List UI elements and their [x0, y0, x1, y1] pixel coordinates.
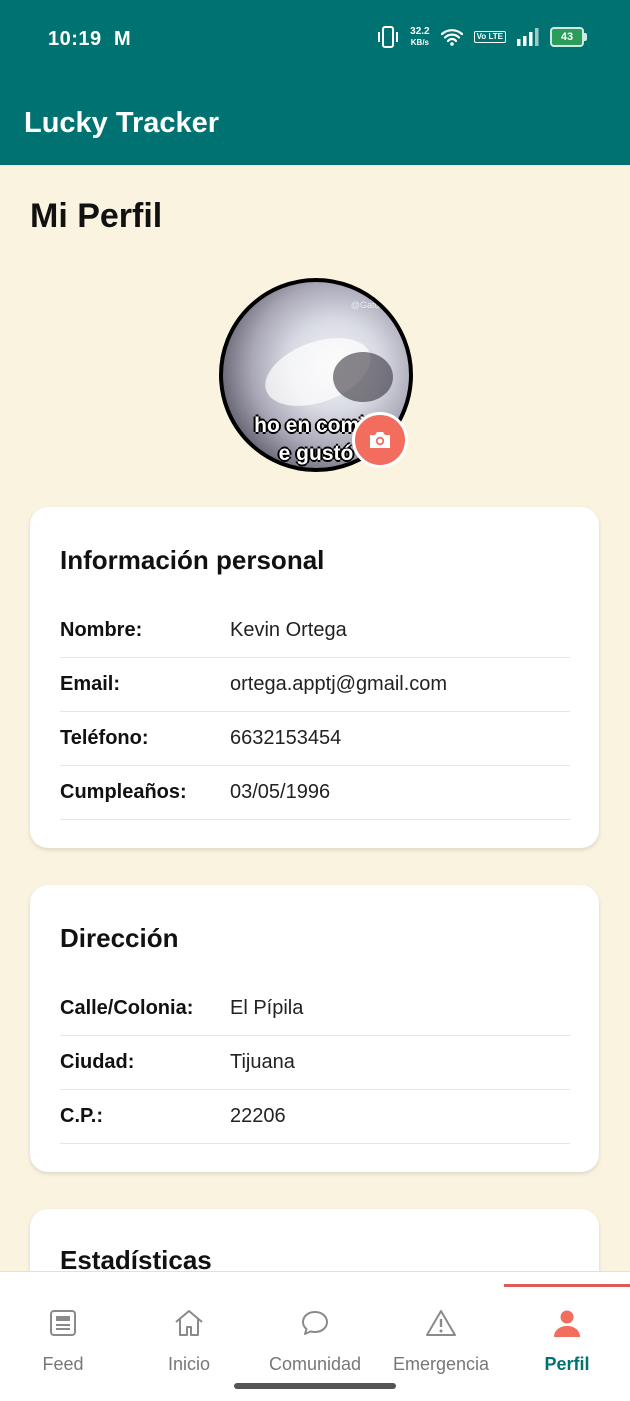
nav-item-emergencia[interactable]: Emergencia: [378, 1306, 504, 1375]
address-value: El Pípila: [230, 996, 304, 1019]
avatar-watermark: @GatosPa: [350, 300, 395, 310]
nav-label: Comunidad: [268, 1354, 362, 1374]
nav-label: Perfil: [544, 1354, 590, 1374]
avatar-photo-shadow: [333, 352, 393, 402]
info-row-birthday: Cumpleaños: 03/05/1996: [60, 765, 570, 820]
info-label: Cumpleaños:: [60, 780, 187, 803]
info-label: Teléfono:: [60, 726, 149, 749]
address-card: Dirección Calle/Colonia: El Pípila Ciuda…: [30, 885, 599, 1172]
info-value: 6632153454: [230, 726, 342, 749]
address-label: Ciudad:: [60, 1050, 135, 1073]
info-value: Kevin Ortega: [230, 618, 347, 641]
app-bar: Lucky Tracker: [0, 80, 630, 165]
gmail-notification-icon: M: [114, 28, 131, 50]
info-row-phone: Teléfono: 6632153454: [60, 711, 570, 766]
info-value: ortega.apptj@gmail.com: [230, 672, 448, 695]
battery-indicator: 43: [550, 27, 587, 47]
address-label: C.P.:: [60, 1104, 103, 1127]
person-icon: [554, 1310, 580, 1337]
network-speed-unit: KB/s: [410, 38, 429, 47]
network-speed-value: 32.2: [410, 26, 430, 37]
wifi-icon: [440, 29, 463, 46]
address-value: 22206: [230, 1104, 286, 1127]
newspaper-icon: [50, 1310, 76, 1336]
chat-bubble-icon: [302, 1311, 328, 1335]
address-row-zip: C.P.: 22206: [60, 1089, 570, 1144]
nav-item-perfil[interactable]: Perfil: [504, 1306, 630, 1375]
home-icon: [175, 1310, 203, 1336]
nav-label: Emergencia: [392, 1354, 490, 1374]
info-label: Nombre:: [60, 618, 143, 641]
nav-item-inicio[interactable]: Inicio: [126, 1306, 252, 1375]
status-icons: 32.2 KB/s Vo LTE 43: [376, 26, 587, 48]
camera-icon: [370, 432, 390, 448]
personal-info-title: Información personal: [60, 545, 325, 575]
info-row-name: Nombre: Kevin Ortega: [60, 603, 570, 658]
address-label: Calle/Colonia:: [60, 996, 194, 1019]
warning-icon: [426, 1310, 456, 1336]
vibrate-icon: [378, 26, 399, 48]
nav-item-comunidad[interactable]: Comunidad: [252, 1306, 378, 1375]
info-label: Email:: [60, 672, 121, 695]
info-row-email: Email: ortega.apptj@gmail.com: [60, 657, 570, 712]
page-title: Mi Perfil: [30, 197, 163, 235]
signal-icon: [517, 28, 539, 46]
active-tab-indicator: [504, 1284, 630, 1287]
address-row-street: Calle/Colonia: El Pípila: [60, 981, 570, 1036]
status-time: 10:19: [48, 28, 102, 50]
network-speed: 32.2 KB/s: [410, 26, 429, 48]
app-title: Lucky Tracker: [24, 107, 220, 139]
nav-item-feed[interactable]: Feed: [0, 1306, 126, 1375]
address-title: Dirección: [60, 923, 179, 953]
address-value: Tijuana: [230, 1050, 295, 1073]
nav-label: Feed: [42, 1354, 84, 1374]
nav-label: Inicio: [167, 1354, 211, 1374]
volte-badge: Vo LTE: [473, 31, 506, 43]
change-photo-button[interactable]: [352, 412, 408, 468]
info-value: 03/05/1996: [230, 780, 331, 803]
address-row-city: Ciudad: Tijuana: [60, 1035, 570, 1090]
personal-info-card: Información personal Nombre: Kevin Orteg…: [30, 507, 599, 848]
bottom-navigation: Feed Inicio Comunidad Emergencia Perfil: [0, 1271, 630, 1401]
gesture-home-bar[interactable]: [234, 1383, 396, 1389]
status-bar: 10:19 M 32.2 KB/s Vo LTE 43: [0, 0, 630, 80]
